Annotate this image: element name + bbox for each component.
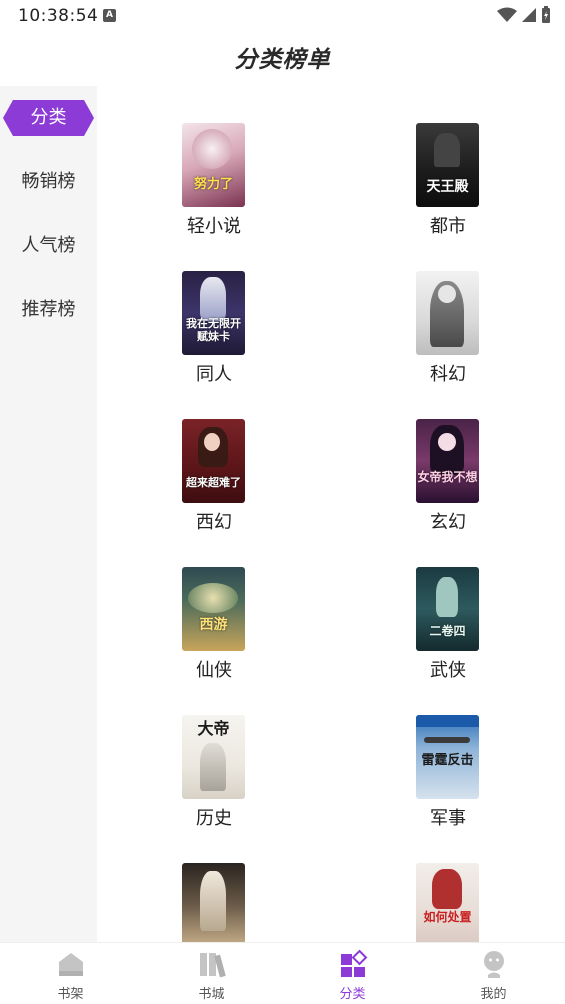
notification-a-icon: A (103, 9, 116, 22)
nav-label: 书架 (57, 987, 84, 1002)
category-item-urban[interactable]: 天王殿 都市 (331, 86, 565, 237)
nav-item-profile[interactable]: 我的 (423, 943, 564, 1004)
book-cover (416, 271, 479, 355)
cover-title: 女帝我不想 (417, 470, 478, 484)
category-grid: 努力了 轻小说 天王殿 都市 我在无限开赋妹卡 同人 科幻 超来超难了 西幻 女… (97, 86, 565, 942)
book-cover: 如何处置 (416, 863, 479, 942)
sidebar-item-category[interactable]: 分类 (3, 100, 94, 136)
book-cover: 西游 (182, 567, 245, 651)
cover-title: 天王殿 (426, 179, 469, 195)
wifi-icon (497, 7, 517, 22)
category-item-history[interactable]: 大帝 历史 (97, 678, 331, 829)
book-cover: 努力了 (182, 123, 245, 207)
sidebar-item-label: 畅销榜 (21, 171, 76, 192)
profile-icon (484, 951, 504, 978)
book-cover: 女帝我不想 (416, 419, 479, 503)
cover-title: 如何处置 (423, 910, 472, 924)
nav-item-bookstore[interactable]: 书城 (141, 943, 282, 1004)
category-item-military[interactable]: 雷霆反击 军事 (331, 678, 565, 829)
sidebar-item-bestseller[interactable]: 畅销榜 (0, 162, 97, 202)
nav-label: 分类 (339, 987, 366, 1002)
bottom-nav: 书架 书城 分类 我的 (0, 942, 565, 1004)
book-cover (182, 863, 245, 942)
cover-title: 超来超难了 (186, 476, 241, 489)
battery-icon (542, 6, 550, 23)
category-item-wuxia[interactable]: 二卷四 武侠 (331, 530, 565, 681)
sidebar: 分类 畅销榜 人气榜 推荐榜 (0, 86, 97, 942)
category-item-row6-left[interactable] (97, 826, 331, 942)
category-item-sci-fi[interactable]: 科幻 (331, 234, 565, 385)
bookstore-icon (200, 953, 226, 978)
category-item-western-fantasy[interactable]: 超来超难了 西幻 (97, 382, 331, 533)
book-cover: 二卷四 (416, 567, 479, 651)
category-item-xianxia[interactable]: 西游 仙侠 (97, 530, 331, 681)
cover-title: 大帝 (197, 719, 230, 738)
page-title: 分类榜单 (234, 47, 331, 73)
nav-item-bookshelf[interactable]: 书架 (0, 943, 141, 1004)
category-item-fantasy[interactable]: 女帝我不想 玄幻 (331, 382, 565, 533)
status-time: 10:38:54 (18, 6, 99, 26)
category-item-row6-right[interactable]: 如何处置 (331, 826, 565, 942)
status-icons (497, 6, 551, 24)
category-item-light-novel[interactable]: 努力了 轻小说 (97, 86, 331, 237)
sidebar-item-label: 推荐榜 (21, 299, 76, 320)
book-cover: 我在无限开赋妹卡 (182, 271, 245, 355)
book-cover: 雷霆反击 (416, 715, 479, 799)
signal-icon (522, 8, 536, 22)
cover-title: 我在无限开赋妹卡 (186, 317, 241, 343)
book-cover: 天王殿 (416, 123, 479, 207)
sidebar-item-recommend[interactable]: 推荐榜 (0, 290, 97, 330)
cover-title: 二卷四 (429, 624, 466, 638)
status-bar: 10:38:54 A (0, 0, 565, 32)
bookshelf-icon (59, 953, 83, 976)
category-item-fan-fiction[interactable]: 我在无限开赋妹卡 同人 (97, 234, 331, 385)
book-cover: 超来超难了 (182, 419, 245, 503)
cover-title: 西游 (199, 617, 228, 633)
sidebar-item-popularity[interactable]: 人气榜 (0, 226, 97, 266)
nav-label: 书城 (198, 987, 225, 1002)
nav-item-category[interactable]: 分类 (282, 943, 423, 1004)
category-icon (341, 949, 368, 977)
book-cover: 大帝 (182, 715, 245, 799)
sidebar-item-label: 人气榜 (21, 235, 76, 256)
cover-title: 努力了 (193, 177, 233, 192)
cover-title: 雷霆反击 (421, 753, 474, 768)
nav-label: 我的 (480, 987, 507, 1002)
sidebar-item-label: 分类 (30, 107, 67, 128)
